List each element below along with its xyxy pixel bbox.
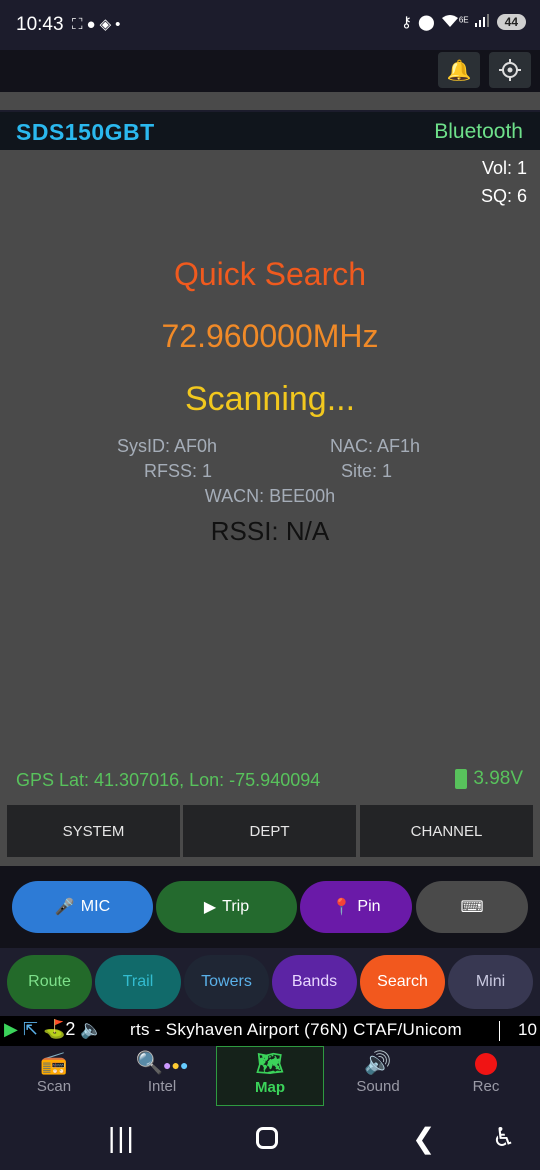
gear-icon — [499, 59, 521, 81]
nav-sound-label: Sound — [356, 1078, 400, 1095]
chat-icon: ● — [86, 16, 100, 33]
magnifier-icon: 🔍●●● — [135, 1050, 189, 1075]
bottom-navigation: 📻 Scan 🔍●●● Intel 🗺 Map 🔊 Sound Rec — [0, 1046, 540, 1108]
ticker-icons: ▶ ⇱ ⛳2 🔈 — [4, 1019, 103, 1040]
status-right-icons: ⚷ ⬤ 6E 44 — [401, 13, 526, 31]
nav-intel-label: Intel — [147, 1078, 177, 1095]
route-button[interactable]: Route — [7, 955, 92, 1009]
pin-label: Pin — [357, 898, 381, 915]
speaker-muted-icon: 🔈 — [80, 1019, 103, 1039]
nav-intel[interactable]: 🔍●●● Intel — [108, 1046, 216, 1106]
nav-scan[interactable]: 📻 Scan — [0, 1046, 108, 1106]
divider-band — [0, 92, 540, 110]
keyboard-icon: ⌨ — [460, 899, 484, 916]
notifications-button[interactable]: 🔔 — [438, 52, 480, 88]
home-button[interactable] — [256, 1127, 278, 1149]
scanner-display: Vol: 1 SQ: 6 Quick Search 72.960000MHz S… — [0, 150, 540, 802]
rssi: RSSI: N/A — [210, 516, 330, 546]
sysid: SysID: AF0h — [117, 436, 218, 456]
squelch-readout: SQ: 6 — [480, 186, 527, 206]
speaker-icon: 🔊 — [364, 1050, 392, 1075]
scan-mode: Quick Search — [173, 256, 367, 292]
nav-scan-label: Scan — [36, 1078, 72, 1095]
channel-button[interactable]: CHANNEL — [360, 805, 533, 857]
nav-map-label: Map — [255, 1079, 285, 1096]
info-ticker[interactable]: ▶ ⇱ ⛳2 🔈 rts - Skyhaven Airport (76N) CT… — [0, 1016, 540, 1046]
accessibility-icon[interactable]: ♿ — [492, 1122, 515, 1153]
flag-icon: ⛳ — [42, 1019, 66, 1039]
back-button[interactable]: ❮ — [412, 1122, 435, 1155]
keyboard-button[interactable]: ⌨ — [416, 881, 528, 933]
feature-pills: Route Trail Towers Bands Search Mini — [0, 948, 540, 1016]
system-navigation: ||| ❮ ♿ — [0, 1108, 540, 1170]
site: Site: 1 — [341, 461, 393, 481]
system-button[interactable]: SYSTEM — [7, 805, 180, 857]
scan-state: Scanning... — [184, 380, 356, 418]
settings-button[interactable] — [489, 52, 531, 88]
nav-rec-label: Rec — [472, 1078, 500, 1095]
dot-icon: • — [115, 16, 125, 33]
towers-button[interactable]: Towers — [184, 955, 269, 1009]
ticker-right-text: 10 — [518, 1020, 537, 1039]
device-bar: SDS150GBT Bluetooth — [0, 112, 540, 150]
frequency: 72.960000MHz — [161, 318, 379, 354]
search-button[interactable]: Search — [360, 955, 445, 1009]
arrow-upleft-icon: ⇱ — [22, 1019, 38, 1039]
mic-label: MIC — [80, 898, 111, 915]
hold-tabs: SYSTEM DEPT CHANNEL — [0, 802, 540, 866]
wifi-6e-icon: 6E — [441, 14, 469, 31]
action-row: 🎤 MIC ▶ Trip 📍 Pin ⌨ — [0, 866, 540, 948]
ticker-text: rts - Skyhaven Airport (76N) CTAF/Unicom — [130, 1020, 462, 1039]
battery-icon — [455, 769, 468, 789]
ticker-divider — [499, 1021, 500, 1041]
nac: NAC: AF1h — [330, 436, 421, 456]
signal-icon — [474, 13, 491, 31]
rfss: RFSS: 1 — [144, 461, 213, 481]
location-icon: ⬤ — [418, 14, 435, 31]
battery-level: 44 — [496, 14, 526, 30]
screenshot-icon: ⛶ — [72, 16, 87, 33]
device-name: SDS150GBT — [16, 119, 155, 145]
key-icon: ⚷ — [401, 14, 413, 31]
trip-label: Trip — [222, 898, 250, 915]
wacn: WACN: BEE00h — [204, 486, 336, 506]
pin-button[interactable]: 📍 Pin — [300, 881, 412, 933]
trip-button[interactable]: ▶ Trip — [156, 881, 297, 933]
mic-button[interactable]: 🎤 MIC — [12, 881, 153, 933]
bands-button[interactable]: Bands — [272, 955, 357, 1009]
radio-icon: 📻 — [40, 1050, 68, 1075]
recents-button[interactable]: ||| — [108, 1122, 136, 1154]
play-icon: ▶ — [4, 1019, 18, 1039]
diamond-app-icon: ◈ — [99, 16, 116, 33]
bell-icon: 🔔 — [446, 59, 472, 82]
status-bar: 10:43 ⛶●◈• ⚷ ⬤ 6E 44 — [0, 0, 540, 50]
dept-button[interactable]: DEPT — [183, 805, 356, 857]
record-icon — [475, 1053, 497, 1076]
mini-button[interactable]: Mini — [448, 955, 533, 1009]
ticker-count: 2 — [65, 1019, 76, 1039]
trail-button[interactable]: Trail — [95, 955, 181, 1009]
microphone-icon: 🎤 — [54, 899, 75, 916]
status-left-icons: ⛶●◈• — [72, 15, 124, 33]
pin-icon: 📍 — [331, 899, 352, 916]
connection-status[interactable]: Bluetooth — [434, 120, 523, 144]
nav-map[interactable]: 🗺 Map — [216, 1046, 324, 1106]
nav-sound[interactable]: 🔊 Sound — [324, 1046, 432, 1106]
battery-voltage: 3.98V — [473, 768, 523, 789]
nav-rec[interactable]: Rec — [432, 1046, 540, 1106]
status-time: 10:43 — [16, 14, 64, 35]
device-battery: 3.98V — [455, 768, 523, 790]
wifi-badge: 6E — [458, 14, 469, 24]
map-icon: 🗺 — [256, 1051, 284, 1076]
volume-readout: Vol: 1 — [481, 158, 527, 178]
play-icon: ▶ — [203, 899, 217, 916]
app-header: 🔔 — [0, 50, 540, 92]
gps-coordinates: GPS Lat: 41.307016, Lon: -75.940094 — [16, 770, 321, 790]
